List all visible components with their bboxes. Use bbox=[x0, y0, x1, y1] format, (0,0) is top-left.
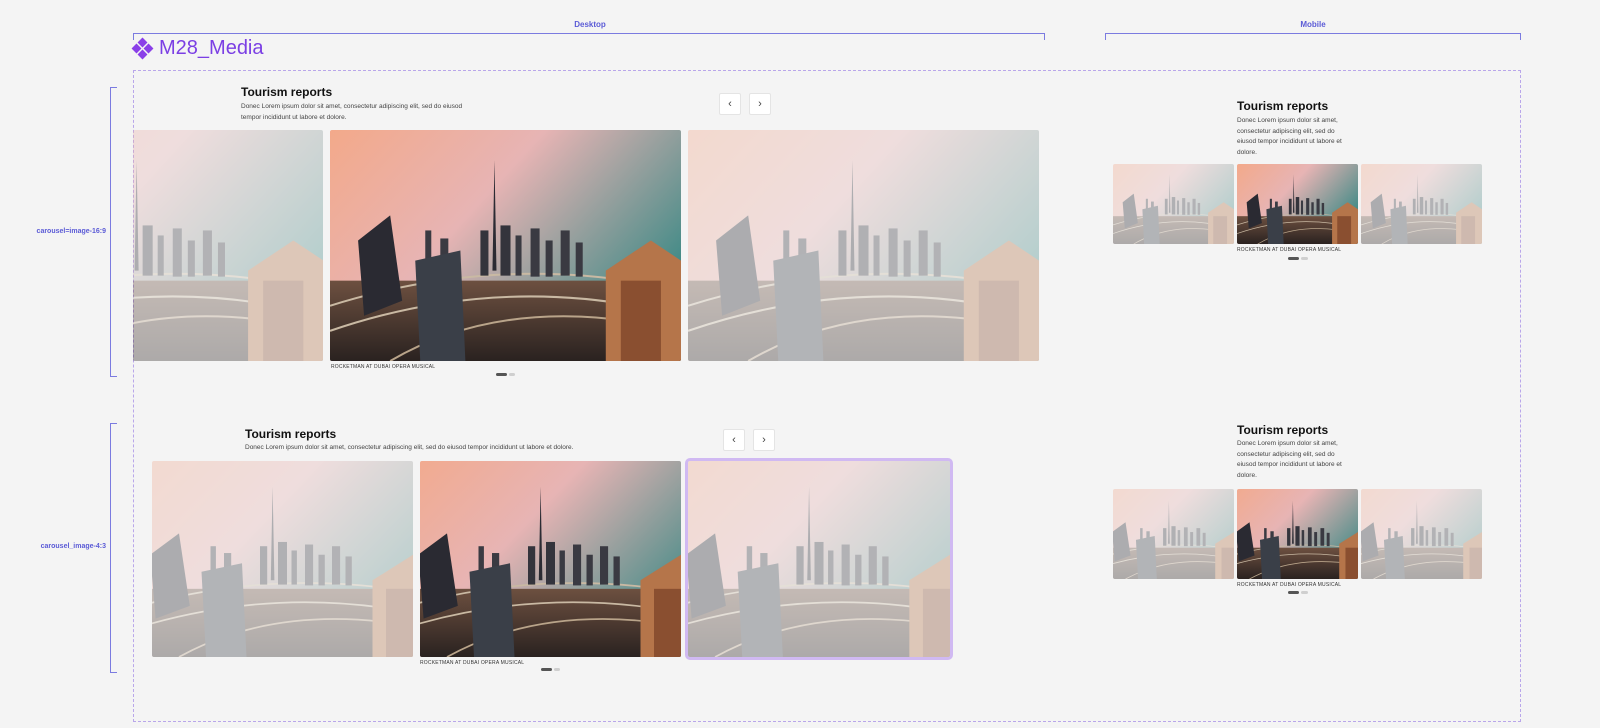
carousel-title: Tourism reports bbox=[241, 85, 333, 99]
slide-next-selected[interactable] bbox=[685, 458, 953, 660]
chevron-right-icon: › bbox=[758, 98, 762, 110]
carousel-title-mobile: Tourism reports bbox=[1237, 423, 1329, 437]
chevron-left-icon: ‹ bbox=[728, 98, 732, 110]
description-line: dolore. bbox=[1237, 148, 1257, 156]
logo-text: M28_Media bbox=[159, 37, 264, 59]
variant-label-16-9: carousel=image-16:9 bbox=[36, 228, 106, 235]
slide-caption: ROCKETMAN AT DUBAI OPERA MUSICAL bbox=[331, 364, 436, 370]
slide-next-mobile[interactable] bbox=[1361, 164, 1482, 244]
slide-next[interactable] bbox=[688, 130, 1039, 361]
mobile-label: Mobile bbox=[1300, 20, 1326, 29]
slide-current-mobile[interactable] bbox=[1237, 164, 1358, 244]
description-line: eiusod tempor incididunt ut labore et bbox=[1237, 138, 1342, 145]
slide-caption: ROCKETMAN AT DUBAI OPERA MUSICAL bbox=[420, 660, 525, 666]
pagination-dot-active[interactable] bbox=[496, 373, 507, 376]
pagination-dot[interactable] bbox=[1301, 591, 1308, 594]
desktop-bracket bbox=[133, 33, 1045, 40]
carousel-description-mobile: Donec Lorem ipsum dolor sit amet, consec… bbox=[1237, 439, 1367, 481]
prev-button[interactable]: ‹ bbox=[719, 93, 741, 115]
pagination-dot[interactable] bbox=[509, 373, 515, 376]
description-line: dolore. bbox=[1237, 471, 1257, 479]
slide-caption-mobile: ROCKETMAN AT DUBAI OPERA MUSICAL bbox=[1237, 582, 1342, 588]
slide-current[interactable] bbox=[330, 130, 681, 361]
next-button[interactable]: › bbox=[753, 429, 775, 451]
logo: M28_Media bbox=[131, 37, 264, 60]
prev-button[interactable]: ‹ bbox=[723, 429, 745, 451]
carousel-title-mobile: Tourism reports bbox=[1237, 99, 1329, 113]
pagination-dots bbox=[541, 668, 560, 671]
pagination-dot-active[interactable] bbox=[1288, 257, 1299, 260]
slide-previous-mobile[interactable] bbox=[1113, 489, 1234, 579]
slide-current-mobile[interactable] bbox=[1237, 489, 1358, 579]
description-line: consectetur adipiscing elit, sed do bbox=[1237, 127, 1335, 135]
variant-bracket-4-3 bbox=[110, 423, 117, 673]
chevron-left-icon: ‹ bbox=[732, 434, 736, 446]
pagination-dots bbox=[496, 373, 515, 376]
pagination-dot-active[interactable] bbox=[1288, 591, 1299, 594]
pagination-dot[interactable] bbox=[1301, 257, 1308, 260]
description-line: Donec Lorem ipsum dolor sit amet, bbox=[1237, 440, 1338, 447]
description-line: tempor incididunt ut labore et dolore. bbox=[241, 113, 347, 121]
next-button[interactable]: › bbox=[749, 93, 771, 115]
desktop-label: Desktop bbox=[574, 20, 606, 29]
pagination-dots-mobile bbox=[1288, 257, 1308, 260]
chevron-right-icon: › bbox=[762, 434, 766, 446]
variant-bracket-16-9 bbox=[110, 87, 117, 377]
variant-label-4-3: carousel_image-4:3 bbox=[40, 543, 106, 550]
logo-icon bbox=[131, 37, 154, 59]
pagination-dot[interactable] bbox=[554, 668, 560, 671]
slide-next-mobile[interactable] bbox=[1361, 489, 1482, 579]
carousel-title: Tourism reports bbox=[245, 427, 337, 441]
carousel-description: Donec Lorem ipsum dolor sit amet, consec… bbox=[241, 102, 501, 123]
slide-caption-mobile: ROCKETMAN AT DUBAI OPERA MUSICAL bbox=[1237, 247, 1342, 253]
pagination-dot-active[interactable] bbox=[541, 668, 552, 671]
slide-previous[interactable] bbox=[133, 130, 323, 361]
slide-current[interactable] bbox=[420, 461, 681, 657]
carousel-description-mobile: Donec Lorem ipsum dolor sit amet, consec… bbox=[1237, 116, 1367, 158]
pagination-dots-mobile bbox=[1288, 591, 1308, 594]
description-line: consectetur adipiscing elit, sed do bbox=[1237, 450, 1335, 458]
slide-previous-mobile[interactable] bbox=[1113, 164, 1234, 244]
description-line: eiusod tempor incididunt ut labore et bbox=[1237, 461, 1342, 468]
slide-previous[interactable] bbox=[152, 461, 413, 657]
carousel-description: Donec Lorem ipsum dolor sit amet, consec… bbox=[245, 444, 574, 451]
description-line: Donec Lorem ipsum dolor sit amet, consec… bbox=[241, 103, 463, 110]
mobile-bracket bbox=[1105, 33, 1521, 40]
description-line: Donec Lorem ipsum dolor sit amet, bbox=[1237, 117, 1338, 124]
